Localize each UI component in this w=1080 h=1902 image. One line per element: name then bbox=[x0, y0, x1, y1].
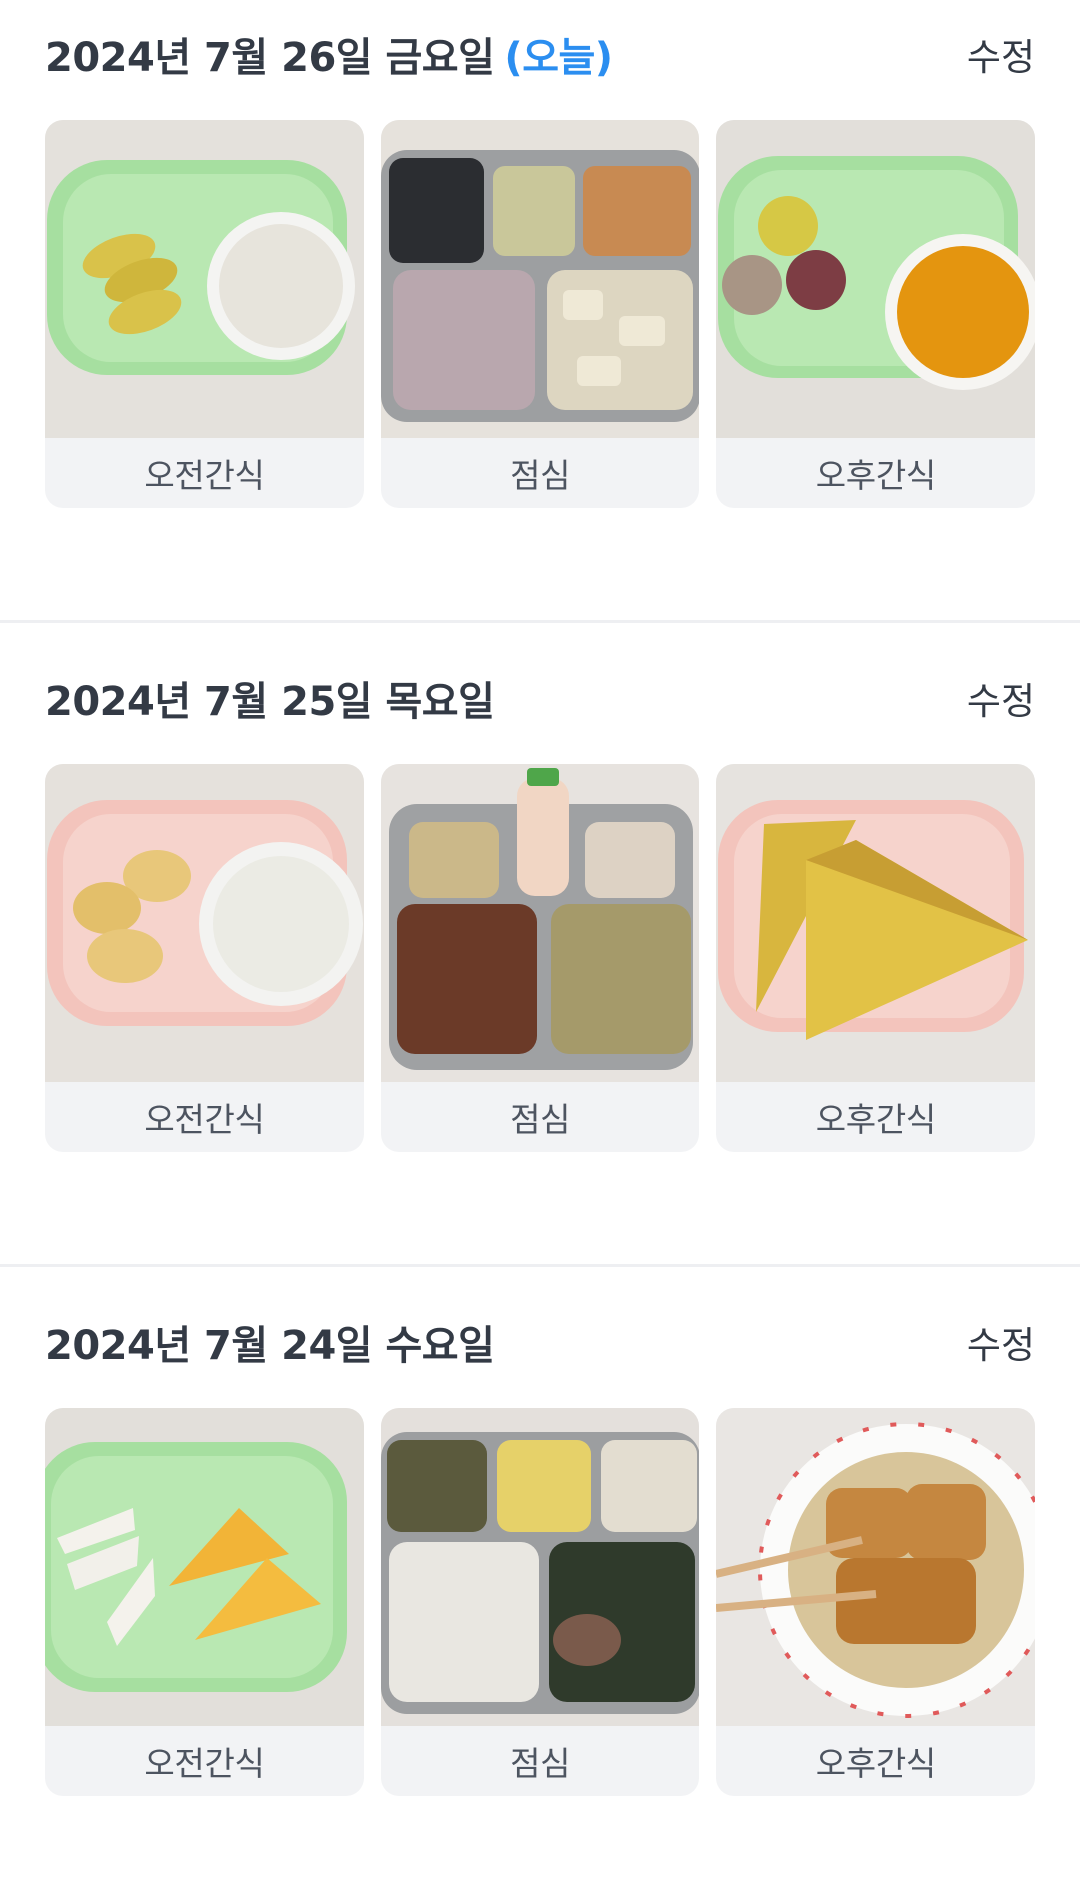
meal-card-lunch[interactable]: 점심 bbox=[380, 120, 700, 508]
meal-cards: 오전간식 점심 오후간식 bbox=[45, 764, 1036, 1152]
meal-label: 점심 bbox=[510, 1744, 571, 1783]
rice-and-seaweed-soup-tray-photo bbox=[380, 1408, 700, 1726]
meal-card-morning-snack[interactable]: 오전간식 bbox=[45, 764, 364, 1152]
meal-label: 오전간식 bbox=[144, 456, 265, 495]
meal-label: 오후간식 bbox=[815, 1744, 937, 1783]
rice-and-side-dishes-tray-photo bbox=[380, 120, 700, 438]
meal-label: 점심 bbox=[510, 456, 571, 495]
kiwi-and-milk-photo bbox=[45, 120, 364, 438]
meal-card-afternoon-snack[interactable]: 오후간식 bbox=[716, 1408, 1036, 1796]
section-divider bbox=[0, 620, 1080, 623]
meal-cards: 오전간식 점심 오후간식 bbox=[45, 120, 1036, 508]
day-section-2024-07-25: 2024년 7월 25일 목요일 수정 오전간식 점심 오후간식 bbox=[0, 644, 1080, 1288]
rice-cakes-and-juice-photo bbox=[716, 120, 1036, 438]
fish-cake-soup-photo bbox=[716, 1408, 1036, 1726]
day-section-2024-07-26: 2024년 7월 26일 금요일 (오늘) 수정 오전간식 점심 오후간식 bbox=[0, 0, 1080, 644]
day-header: 2024년 7월 25일 목요일 수정 bbox=[45, 670, 1035, 726]
day-section-2024-07-24: 2024년 7월 24일 수요일 수정 오전간식 점심 오후간식 bbox=[0, 1288, 1080, 1902]
edit-button[interactable]: 수정 bbox=[967, 671, 1035, 725]
today-badge: (오늘) bbox=[504, 35, 613, 81]
day-title: 2024년 7월 25일 목요일 bbox=[45, 679, 495, 725]
meal-label: 오전간식 bbox=[144, 1100, 265, 1139]
banana-and-milk-photo bbox=[45, 764, 364, 1082]
pear-and-cheese-photo bbox=[45, 1408, 364, 1726]
lunch-tray-with-yogurt-drink-photo bbox=[380, 764, 700, 1082]
edit-button[interactable]: 수정 bbox=[967, 1315, 1035, 1369]
day-title: 2024년 7월 26일 금요일 (오늘) bbox=[45, 35, 613, 81]
meal-cards: 오전간식 점심 오후간식 bbox=[45, 1408, 1036, 1796]
meal-label: 오전간식 bbox=[144, 1744, 265, 1783]
meal-label: 점심 bbox=[510, 1100, 571, 1139]
meal-card-afternoon-snack[interactable]: 오후간식 bbox=[716, 764, 1036, 1152]
meal-card-afternoon-snack[interactable]: 오후간식 bbox=[716, 120, 1036, 508]
meal-history-page: 2024년 7월 26일 금요일 (오늘) 수정 오전간식 점심 오후간식 20… bbox=[0, 0, 1080, 1902]
meal-card-morning-snack[interactable]: 오전간식 bbox=[45, 1408, 364, 1796]
meal-label: 오후간식 bbox=[815, 1100, 937, 1139]
day-header: 2024년 7월 24일 수요일 수정 bbox=[45, 1314, 1035, 1370]
section-divider bbox=[0, 1264, 1080, 1267]
meal-label: 오후간식 bbox=[815, 456, 937, 495]
day-header: 2024년 7월 26일 금요일 (오늘) 수정 bbox=[45, 26, 1035, 82]
meal-card-lunch[interactable]: 점심 bbox=[380, 1408, 700, 1796]
day-title: 2024년 7월 24일 수요일 bbox=[45, 1323, 495, 1369]
meal-card-morning-snack[interactable]: 오전간식 bbox=[45, 120, 364, 508]
meal-card-lunch[interactable]: 점심 bbox=[380, 764, 700, 1152]
edit-button[interactable]: 수정 bbox=[967, 27, 1035, 81]
french-toast-photo bbox=[716, 764, 1036, 1082]
